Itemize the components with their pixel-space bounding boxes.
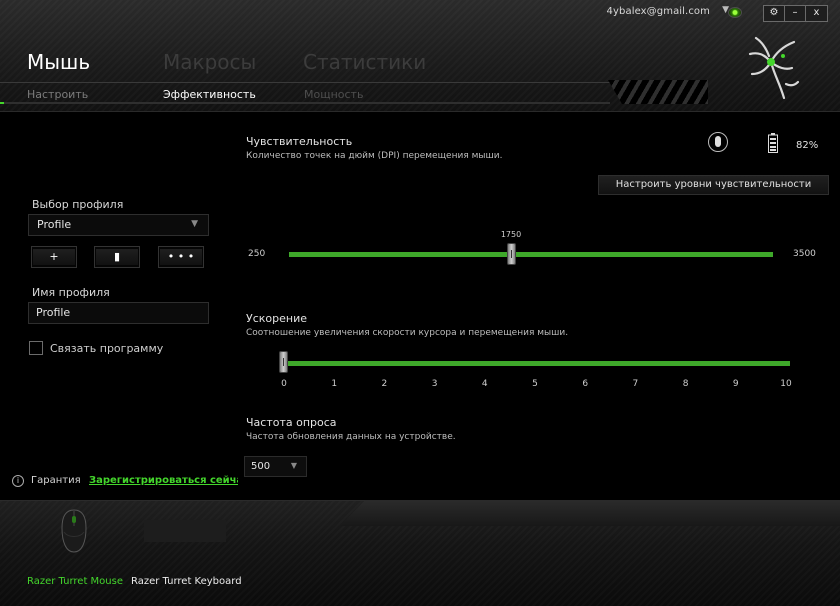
profile-name-label: Имя профиля bbox=[32, 286, 110, 299]
settings-button[interactable]: ⚙ bbox=[764, 6, 785, 21]
polling-title: Частота опроса bbox=[246, 416, 337, 429]
window-controls: ⚙ – x bbox=[763, 5, 828, 22]
sensitivity-min-label: 250 bbox=[248, 249, 266, 259]
sensitivity-slider-track[interactable] bbox=[289, 252, 773, 257]
header-stripes-decoration bbox=[608, 80, 708, 104]
sensitivity-subtitle: Количество точек на дюйм (DPI) перемещен… bbox=[246, 151, 503, 161]
footer-ridge-decoration bbox=[340, 500, 840, 526]
tab-macros[interactable]: Макросы bbox=[163, 50, 256, 74]
device-icon: ▮ bbox=[96, 249, 138, 265]
keyboard-device-icon[interactable] bbox=[144, 520, 226, 542]
link-program-checkbox[interactable] bbox=[29, 341, 43, 355]
profile-more-button[interactable]: • • • bbox=[158, 246, 204, 268]
profile-name-input[interactable]: Profile bbox=[28, 302, 209, 324]
acceleration-tick-label: 1 bbox=[331, 379, 338, 389]
close-button[interactable]: x bbox=[806, 6, 827, 21]
profile-select[interactable]: Profile ▼ bbox=[28, 214, 209, 236]
chevron-down-icon: ▼ bbox=[290, 461, 297, 470]
acceleration-tick-label: 6 bbox=[582, 379, 589, 389]
warranty-label: Гарантия bbox=[31, 475, 81, 486]
battery-percent: 82% bbox=[796, 140, 819, 151]
polling-subtitle: Частота обновления данных на устройстве. bbox=[246, 432, 456, 442]
profile-select-value: Profile bbox=[37, 218, 72, 231]
device-tab-keyboard[interactable]: Razer Turret Keyboard bbox=[131, 576, 242, 587]
polling-rate-select[interactable]: 500 ▼ bbox=[244, 456, 307, 477]
acceleration-tick-label: 7 bbox=[632, 379, 639, 389]
battery-icon bbox=[768, 133, 778, 153]
sensitivity-slider-thumb[interactable] bbox=[507, 243, 516, 265]
subtab-power[interactable]: Мощность bbox=[304, 88, 363, 101]
register-link[interactable]: Зарегистрироваться сейчас bbox=[89, 475, 249, 486]
razer-logo-icon bbox=[748, 36, 800, 100]
tab-mouse[interactable]: Мышь bbox=[27, 50, 90, 74]
plus-icon: + bbox=[33, 249, 75, 265]
info-icon: i bbox=[12, 475, 24, 487]
acceleration-tick-label: 0 bbox=[281, 379, 287, 389]
chevron-down-icon: ▼ bbox=[191, 219, 198, 229]
acceleration-slider-track[interactable] bbox=[284, 361, 790, 366]
sensitivity-levels-button[interactable]: Настроить уровни чувствительности bbox=[598, 175, 829, 195]
acceleration-subtitle: Соотношение увеличения скорости курсора … bbox=[246, 328, 569, 338]
sensitivity-value-label: 1750 bbox=[500, 230, 522, 239]
profile-select-label: Выбор профиля bbox=[32, 198, 124, 211]
acceleration-tick-label: 9 bbox=[732, 379, 739, 389]
mouse-status-icon bbox=[708, 132, 728, 152]
subtab-performance[interactable]: Эффективность bbox=[163, 88, 256, 101]
polling-rate-value: 500 bbox=[251, 461, 271, 472]
acceleration-tick-label: 10 bbox=[780, 379, 792, 389]
acceleration-slider-thumb[interactable] bbox=[279, 351, 288, 373]
account-email[interactable]: 4ybalex@gmail.com bbox=[607, 6, 710, 17]
tab-stats[interactable]: Статистики bbox=[303, 50, 426, 74]
profile-device-button[interactable]: ▮ bbox=[94, 246, 140, 268]
connection-status-icon bbox=[728, 7, 742, 18]
sensitivity-max-label: 3500 bbox=[793, 249, 816, 259]
minimize-button[interactable]: – bbox=[785, 6, 806, 21]
more-icon: • • • bbox=[160, 249, 202, 265]
acceleration-tick-label: 4 bbox=[481, 379, 488, 389]
subtab-indicator bbox=[0, 102, 610, 104]
device-tab-mouse[interactable]: Razer Turret Mouse bbox=[27, 576, 123, 587]
app-header: 4ybalex@gmail.com ▼ ⚙ – x Мышь Макросы С… bbox=[0, 0, 840, 112]
sensitivity-title: Чувствительность bbox=[246, 135, 353, 148]
add-profile-button[interactable]: + bbox=[31, 246, 77, 268]
mouse-device-icon[interactable] bbox=[60, 508, 88, 554]
subtab-customize[interactable]: Настроить bbox=[27, 88, 88, 101]
acceleration-tick-label: 5 bbox=[532, 379, 538, 389]
acceleration-tick-label: 2 bbox=[381, 379, 388, 389]
acceleration-tick-label: 8 bbox=[682, 379, 689, 389]
link-program-label[interactable]: Связать программу bbox=[50, 342, 163, 355]
acceleration-tick-label: 3 bbox=[431, 379, 438, 389]
acceleration-title: Ускорение bbox=[246, 312, 307, 325]
